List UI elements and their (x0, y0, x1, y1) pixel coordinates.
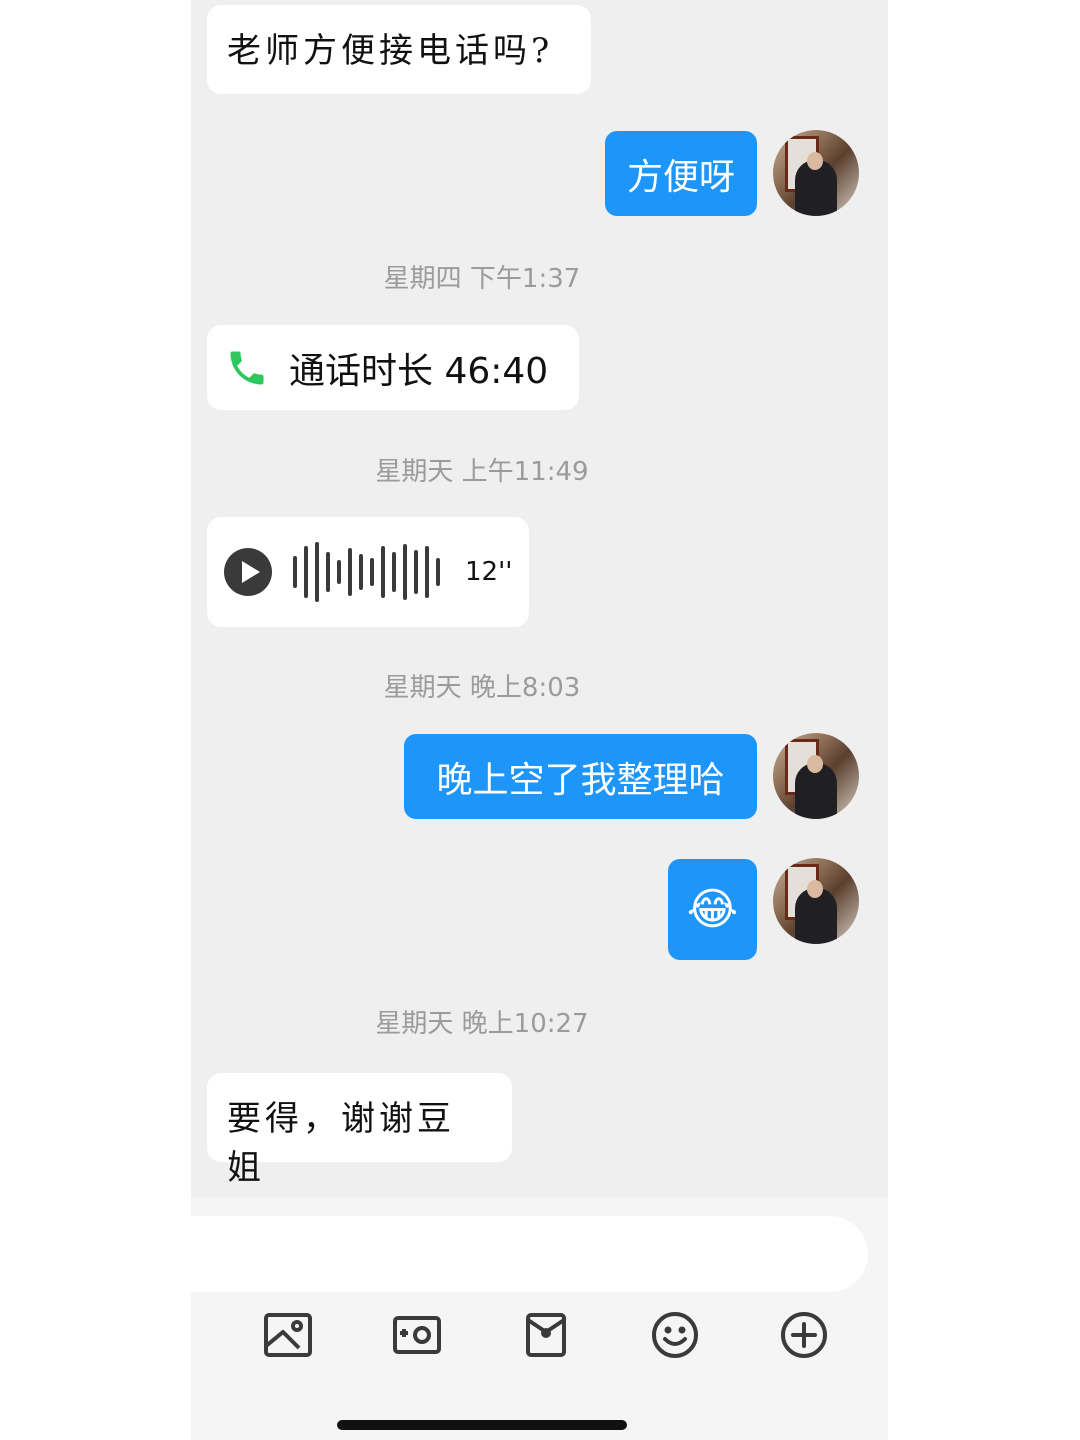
incoming-message[interactable]: 要得，谢谢豆姐 (207, 1073, 512, 1188)
avatar[interactable] (773, 130, 859, 216)
call-record[interactable]: 通话时长 46:40 (207, 325, 579, 410)
message-text: 老师方便接电话吗? (227, 31, 554, 71)
outgoing-message[interactable]: 方便呀 (605, 131, 757, 216)
voice-message[interactable]: 12'' (207, 517, 529, 627)
timestamp: 星期天 上午11:49 (375, 457, 589, 487)
gift-icon[interactable] (516, 1305, 576, 1365)
message-text: 要得，谢谢豆姐 (227, 1099, 455, 1188)
voice-duration: 12'' (465, 557, 513, 587)
laughing-emoji-icon: 😂 (686, 884, 739, 935)
message-input[interactable] (191, 1216, 868, 1292)
timestamp: 星期天 晚上10:27 (375, 1009, 589, 1039)
call-duration-label: 通话时长 46:40 (289, 350, 549, 392)
avatar[interactable] (773, 858, 859, 944)
camera-icon[interactable] (387, 1305, 447, 1365)
outgoing-message[interactable]: 😂 (668, 859, 757, 960)
timestamp: 星期天 晚上8:03 (383, 673, 581, 703)
message-text: 方便呀 (626, 156, 735, 198)
chat-screen: 老师方便接电话吗? 方便呀 星期四 下午1:37 通话时长 46:40 星期天 … (191, 0, 888, 1440)
emoji-icon[interactable] (645, 1305, 705, 1365)
avatar[interactable] (773, 733, 859, 819)
composer (191, 1198, 888, 1440)
phone-icon (225, 346, 269, 390)
message-text: 晚上空了我整理哈 (436, 759, 725, 801)
waveform-icon (291, 542, 451, 602)
home-indicator[interactable] (337, 1420, 627, 1430)
outgoing-message[interactable]: 晚上空了我整理哈 (404, 734, 757, 819)
plus-icon[interactable] (774, 1305, 834, 1365)
timestamp: 星期四 下午1:37 (383, 264, 581, 294)
message-list[interactable]: 老师方便接电话吗? 方便呀 星期四 下午1:37 通话时长 46:40 星期天 … (191, 0, 888, 1198)
play-icon[interactable] (223, 547, 273, 597)
incoming-message[interactable]: 老师方便接电话吗? (207, 5, 591, 94)
image-icon[interactable] (258, 1305, 318, 1365)
composer-toolbar (191, 1293, 888, 1440)
